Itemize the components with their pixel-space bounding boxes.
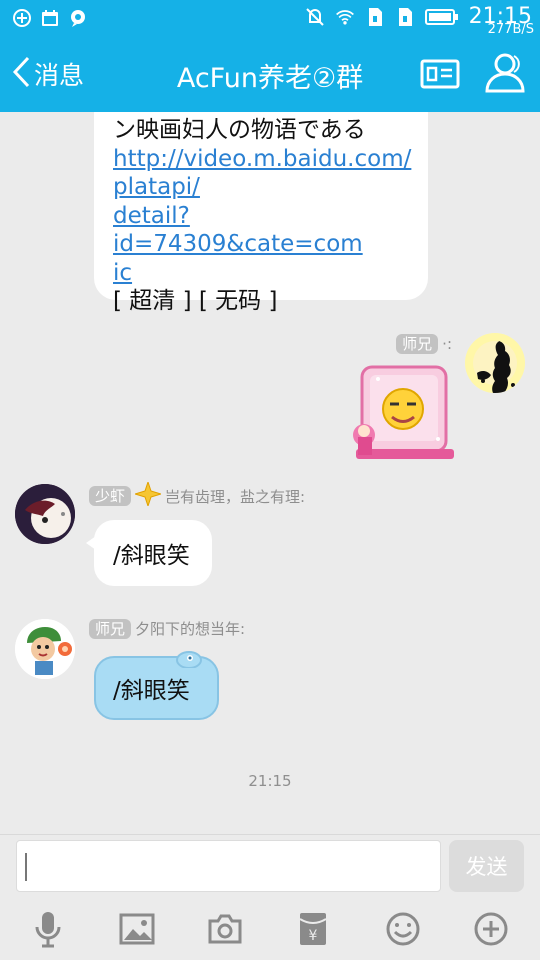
chat-bubble-icon — [68, 8, 88, 28]
message-link[interactable]: detail?id=74309&cate=com — [113, 202, 408, 259]
timestamp: 21:15 — [248, 772, 292, 790]
sender-line: 少虾 岂有齿理，盐之有理: — [89, 480, 306, 510]
plus-icon[interactable] — [471, 909, 511, 949]
message-link[interactable]: ic — [113, 259, 408, 288]
avatar[interactable] — [465, 333, 525, 393]
message-text: /斜眼笑 — [113, 543, 190, 569]
add-circle-icon — [12, 8, 32, 28]
message-text: ン映画妇人の物语である — [113, 117, 366, 143]
header-bar: 消息 AcFun养老②群 — [0, 38, 540, 112]
sticker[interactable] — [352, 365, 456, 461]
network-speed: 277B/S — [487, 22, 534, 37]
mute-icon — [305, 7, 325, 27]
sender-nickname: ·: — [442, 335, 452, 353]
group-card-icon[interactable] — [420, 58, 460, 94]
sender-line: 师兄 夕阳下的想当年: — [89, 618, 245, 639]
message-link[interactable]: platapi/ — [113, 173, 408, 202]
calendar-icon — [40, 8, 60, 28]
svg-text:¥: ¥ — [309, 928, 318, 944]
sender-line: 师兄 ·: — [396, 334, 452, 354]
star-badge-icon — [133, 480, 163, 510]
image-icon[interactable] — [117, 909, 157, 949]
sender-nickname: 岂有齿理，盐之有理: — [165, 487, 306, 506]
message-input[interactable] — [16, 840, 441, 892]
microphone-icon[interactable] — [28, 909, 68, 949]
text-caret — [25, 853, 27, 881]
battery-icon — [424, 7, 459, 27]
message-bubble[interactable]: /斜眼笑 — [86, 520, 212, 586]
name-tag: 少虾 — [89, 486, 132, 506]
red-packet-icon[interactable]: ¥ — [293, 909, 333, 949]
camera-icon[interactable] — [205, 909, 245, 949]
sim2-icon — [395, 7, 415, 27]
chat-area[interactable]: ン映画妇人の物语である http://video.m.baidu.com/ pl… — [0, 112, 540, 834]
group-members-icon[interactable] — [484, 52, 528, 98]
name-tag: 师兄 — [89, 618, 132, 639]
message-link[interactable]: http://video.m.baidu.com/ — [113, 145, 411, 174]
message-bubble[interactable]: ン映画妇人の物语である http://video.m.baidu.com/ pl… — [94, 112, 428, 314]
message-text: /斜眼笑 — [113, 678, 190, 704]
message-footer: [ 超清 ] [ 无码 ] — [113, 288, 278, 314]
wifi-icon — [335, 7, 355, 27]
avatar[interactable] — [15, 619, 75, 679]
name-tag: 师兄 — [396, 334, 439, 354]
emoji-icon[interactable] — [383, 909, 423, 949]
send-button[interactable]: 发送 — [449, 840, 524, 892]
bubble-decoration — [176, 648, 202, 669]
input-bar: 发送 ¥ — [0, 834, 540, 960]
status-bar: 21:15 277B/S — [0, 0, 540, 38]
avatar[interactable] — [15, 484, 75, 544]
sender-nickname: 夕阳下的想当年: — [135, 620, 246, 638]
sim1-icon — [365, 7, 385, 27]
